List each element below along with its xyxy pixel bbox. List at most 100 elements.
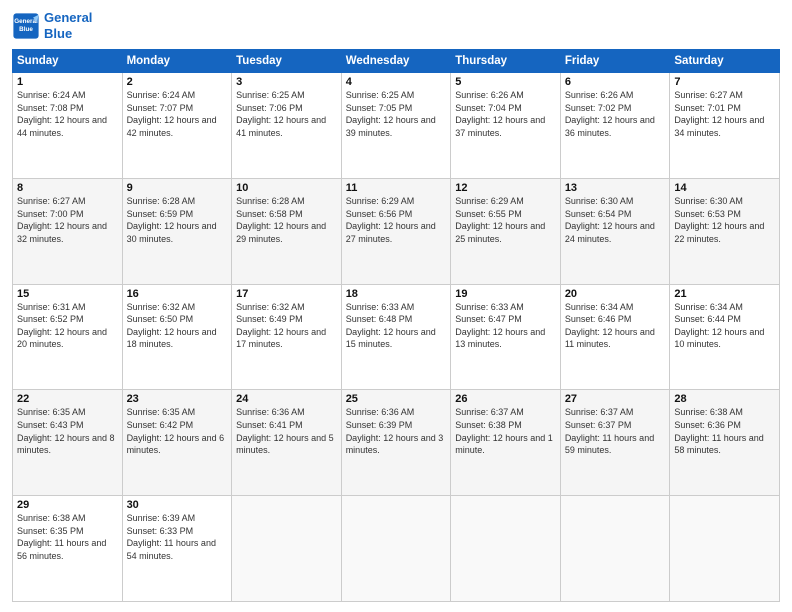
day-number: 16 <box>127 288 228 300</box>
day-cell: 2 Sunrise: 6:24 AMSunset: 7:07 PMDayligh… <box>122 73 232 179</box>
day-cell: 9 Sunrise: 6:28 AMSunset: 6:59 PMDayligh… <box>122 178 232 284</box>
day-cell: 17 Sunrise: 6:32 AMSunset: 6:49 PMDaylig… <box>232 284 342 390</box>
day-cell: 27 Sunrise: 6:37 AMSunset: 6:37 PMDaylig… <box>560 390 670 496</box>
day-cell: 25 Sunrise: 6:36 AMSunset: 6:39 PMDaylig… <box>341 390 451 496</box>
day-number: 3 <box>236 76 337 88</box>
page: General Blue General Blue SundayMondayTu… <box>0 0 792 612</box>
weekday-sunday: Sunday <box>13 50 123 73</box>
weekday-wednesday: Wednesday <box>341 50 451 73</box>
svg-text:General: General <box>14 18 38 25</box>
day-info: Sunrise: 6:27 AMSunset: 7:00 PMDaylight:… <box>17 195 118 245</box>
day-number: 23 <box>127 393 228 405</box>
day-info: Sunrise: 6:29 AMSunset: 6:56 PMDaylight:… <box>346 195 447 245</box>
weekday-friday: Friday <box>560 50 670 73</box>
logo-general: General <box>44 10 92 25</box>
day-number: 12 <box>455 182 556 194</box>
day-info: Sunrise: 6:37 AMSunset: 6:38 PMDaylight:… <box>455 406 556 456</box>
day-cell: 15 Sunrise: 6:31 AMSunset: 6:52 PMDaylig… <box>13 284 123 390</box>
day-number: 14 <box>674 182 775 194</box>
day-number: 19 <box>455 288 556 300</box>
day-cell: 12 Sunrise: 6:29 AMSunset: 6:55 PMDaylig… <box>451 178 561 284</box>
day-info: Sunrise: 6:30 AMSunset: 6:54 PMDaylight:… <box>565 195 666 245</box>
day-cell: 6 Sunrise: 6:26 AMSunset: 7:02 PMDayligh… <box>560 73 670 179</box>
logo-blue: Blue <box>44 26 72 41</box>
day-info: Sunrise: 6:32 AMSunset: 6:50 PMDaylight:… <box>127 301 228 351</box>
logo: General Blue General Blue <box>12 10 92 41</box>
week-row-4: 22 Sunrise: 6:35 AMSunset: 6:43 PMDaylig… <box>13 390 780 496</box>
day-info: Sunrise: 6:28 AMSunset: 6:58 PMDaylight:… <box>236 195 337 245</box>
day-number: 17 <box>236 288 337 300</box>
calendar-table: SundayMondayTuesdayWednesdayThursdayFrid… <box>12 49 780 602</box>
day-number: 25 <box>346 393 447 405</box>
day-number: 6 <box>565 76 666 88</box>
day-cell: 20 Sunrise: 6:34 AMSunset: 6:46 PMDaylig… <box>560 284 670 390</box>
day-info: Sunrise: 6:35 AMSunset: 6:42 PMDaylight:… <box>127 406 228 456</box>
day-cell: 23 Sunrise: 6:35 AMSunset: 6:42 PMDaylig… <box>122 390 232 496</box>
day-info: Sunrise: 6:29 AMSunset: 6:55 PMDaylight:… <box>455 195 556 245</box>
day-number: 20 <box>565 288 666 300</box>
day-info: Sunrise: 6:33 AMSunset: 6:47 PMDaylight:… <box>455 301 556 351</box>
day-number: 11 <box>346 182 447 194</box>
day-cell: 26 Sunrise: 6:37 AMSunset: 6:38 PMDaylig… <box>451 390 561 496</box>
day-number: 15 <box>17 288 118 300</box>
day-number: 4 <box>346 76 447 88</box>
day-cell: 5 Sunrise: 6:26 AMSunset: 7:04 PMDayligh… <box>451 73 561 179</box>
day-info: Sunrise: 6:34 AMSunset: 6:44 PMDaylight:… <box>674 301 775 351</box>
weekday-monday: Monday <box>122 50 232 73</box>
day-cell: 1 Sunrise: 6:24 AMSunset: 7:08 PMDayligh… <box>13 73 123 179</box>
day-info: Sunrise: 6:39 AMSunset: 6:33 PMDaylight:… <box>127 512 228 562</box>
day-cell <box>341 496 451 602</box>
day-cell: 13 Sunrise: 6:30 AMSunset: 6:54 PMDaylig… <box>560 178 670 284</box>
day-cell: 16 Sunrise: 6:32 AMSunset: 6:50 PMDaylig… <box>122 284 232 390</box>
week-row-5: 29 Sunrise: 6:38 AMSunset: 6:35 PMDaylig… <box>13 496 780 602</box>
day-number: 5 <box>455 76 556 88</box>
weekday-header-row: SundayMondayTuesdayWednesdayThursdayFrid… <box>13 50 780 73</box>
day-number: 27 <box>565 393 666 405</box>
day-info: Sunrise: 6:26 AMSunset: 7:04 PMDaylight:… <box>455 89 556 139</box>
day-cell: 19 Sunrise: 6:33 AMSunset: 6:47 PMDaylig… <box>451 284 561 390</box>
week-row-1: 1 Sunrise: 6:24 AMSunset: 7:08 PMDayligh… <box>13 73 780 179</box>
day-cell: 24 Sunrise: 6:36 AMSunset: 6:41 PMDaylig… <box>232 390 342 496</box>
day-cell <box>670 496 780 602</box>
day-number: 1 <box>17 76 118 88</box>
day-info: Sunrise: 6:24 AMSunset: 7:08 PMDaylight:… <box>17 89 118 139</box>
day-cell: 30 Sunrise: 6:39 AMSunset: 6:33 PMDaylig… <box>122 496 232 602</box>
svg-text:Blue: Blue <box>19 25 33 32</box>
day-cell: 22 Sunrise: 6:35 AMSunset: 6:43 PMDaylig… <box>13 390 123 496</box>
day-info: Sunrise: 6:37 AMSunset: 6:37 PMDaylight:… <box>565 406 666 456</box>
day-cell: 7 Sunrise: 6:27 AMSunset: 7:01 PMDayligh… <box>670 73 780 179</box>
week-row-3: 15 Sunrise: 6:31 AMSunset: 6:52 PMDaylig… <box>13 284 780 390</box>
day-cell: 4 Sunrise: 6:25 AMSunset: 7:05 PMDayligh… <box>341 73 451 179</box>
day-info: Sunrise: 6:38 AMSunset: 6:36 PMDaylight:… <box>674 406 775 456</box>
day-info: Sunrise: 6:38 AMSunset: 6:35 PMDaylight:… <box>17 512 118 562</box>
day-cell: 18 Sunrise: 6:33 AMSunset: 6:48 PMDaylig… <box>341 284 451 390</box>
day-cell <box>451 496 561 602</box>
day-number: 24 <box>236 393 337 405</box>
day-info: Sunrise: 6:35 AMSunset: 6:43 PMDaylight:… <box>17 406 118 456</box>
weekday-thursday: Thursday <box>451 50 561 73</box>
weekday-tuesday: Tuesday <box>232 50 342 73</box>
day-number: 7 <box>674 76 775 88</box>
day-number: 13 <box>565 182 666 194</box>
day-info: Sunrise: 6:25 AMSunset: 7:05 PMDaylight:… <box>346 89 447 139</box>
day-info: Sunrise: 6:28 AMSunset: 6:59 PMDaylight:… <box>127 195 228 245</box>
logo-icon: General Blue <box>12 12 40 40</box>
day-number: 2 <box>127 76 228 88</box>
day-number: 10 <box>236 182 337 194</box>
day-info: Sunrise: 6:24 AMSunset: 7:07 PMDaylight:… <box>127 89 228 139</box>
day-cell: 21 Sunrise: 6:34 AMSunset: 6:44 PMDaylig… <box>670 284 780 390</box>
day-info: Sunrise: 6:34 AMSunset: 6:46 PMDaylight:… <box>565 301 666 351</box>
day-cell: 14 Sunrise: 6:30 AMSunset: 6:53 PMDaylig… <box>670 178 780 284</box>
day-info: Sunrise: 6:32 AMSunset: 6:49 PMDaylight:… <box>236 301 337 351</box>
day-number: 30 <box>127 499 228 511</box>
day-number: 29 <box>17 499 118 511</box>
day-number: 21 <box>674 288 775 300</box>
day-info: Sunrise: 6:31 AMSunset: 6:52 PMDaylight:… <box>17 301 118 351</box>
header: General Blue General Blue <box>12 10 780 41</box>
day-info: Sunrise: 6:33 AMSunset: 6:48 PMDaylight:… <box>346 301 447 351</box>
day-cell: 28 Sunrise: 6:38 AMSunset: 6:36 PMDaylig… <box>670 390 780 496</box>
day-info: Sunrise: 6:27 AMSunset: 7:01 PMDaylight:… <box>674 89 775 139</box>
day-cell: 10 Sunrise: 6:28 AMSunset: 6:58 PMDaylig… <box>232 178 342 284</box>
day-cell: 8 Sunrise: 6:27 AMSunset: 7:00 PMDayligh… <box>13 178 123 284</box>
day-number: 22 <box>17 393 118 405</box>
